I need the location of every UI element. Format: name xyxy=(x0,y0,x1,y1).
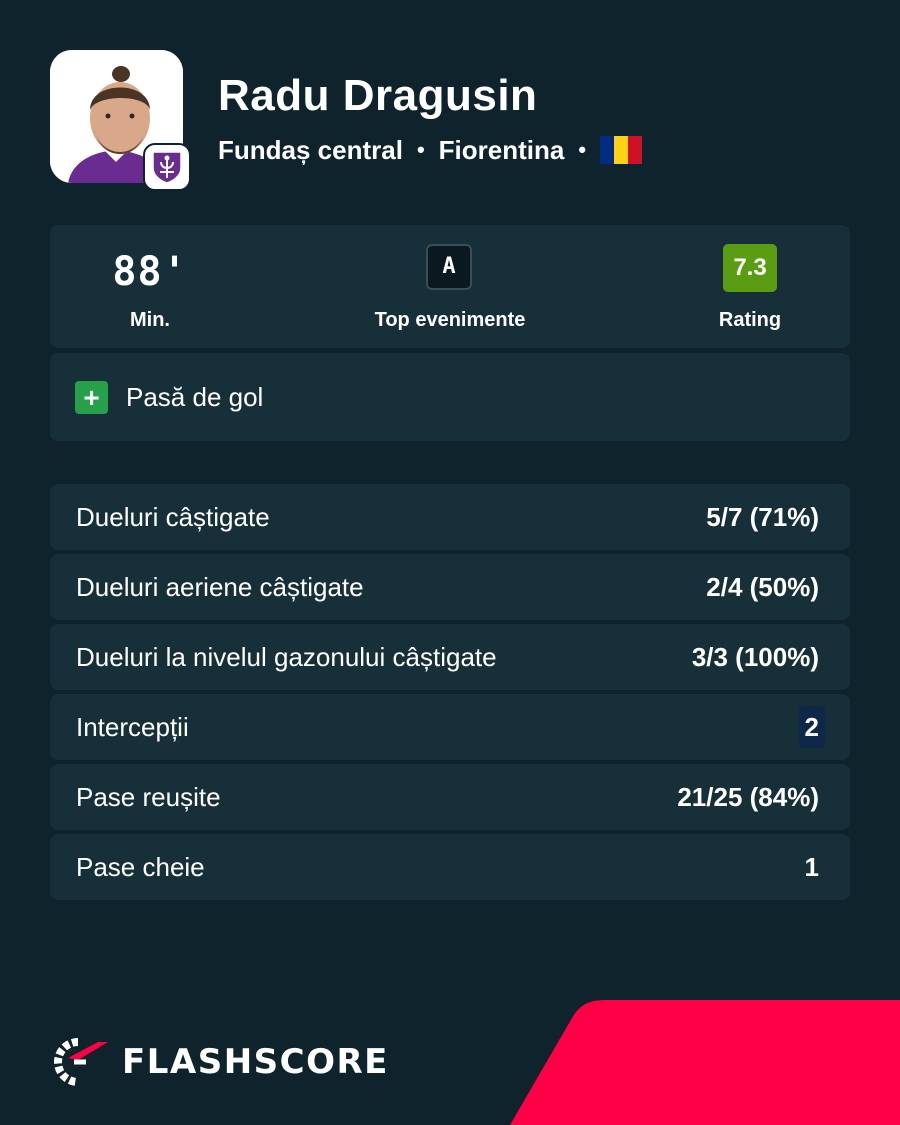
stat-label: Pase reușite xyxy=(76,781,221,812)
stat-value: 1 xyxy=(804,851,819,882)
stat-row: Intercepții 2 xyxy=(50,694,850,760)
player-name: Radu Dragusin xyxy=(218,71,538,120)
romania-flag-icon xyxy=(600,136,643,164)
rating-label: Rating xyxy=(718,309,782,331)
minutes-block: 88' Min. xyxy=(50,225,250,348)
stat-row: Pase reușite 21/25 (84%) xyxy=(50,764,850,830)
flashscore-logo-text: FLASHSCORE xyxy=(122,1042,389,1082)
stat-label: Dueluri aeriene câștigate xyxy=(76,571,364,602)
stat-row: Pase cheie 1 xyxy=(50,834,850,900)
plus-icon: + xyxy=(75,380,108,414)
rating-badge: 7.3 xyxy=(723,244,777,292)
top-events-label: Top evenimente xyxy=(374,309,526,331)
player-position: Fundaș central xyxy=(218,134,403,165)
minutes-label: Min. xyxy=(130,309,170,331)
stat-row: Dueluri aeriene câștigate 2/4 (50%) xyxy=(50,554,850,620)
player-team: Fiorentina xyxy=(438,134,565,165)
stat-value: 3/3 (100%) xyxy=(691,641,819,672)
stat-row: Dueluri la nivelul gazonului câștigate 3… xyxy=(50,624,850,690)
separator: • xyxy=(416,137,425,162)
event-card: + Pasă de gol xyxy=(50,353,850,441)
stat-label: Dueluri la nivelul gazonului câștigate xyxy=(76,641,497,672)
event-label: Pasă de gol xyxy=(126,381,264,412)
flashscore-logo-icon xyxy=(54,1038,108,1086)
stat-label: Dueluri câștigate xyxy=(76,501,270,532)
fiorentina-crest-icon xyxy=(152,151,182,184)
stat-value: 2/4 (50%) xyxy=(706,571,819,602)
stat-value-highlighted: 2 xyxy=(798,706,825,748)
stat-label: Intercepții xyxy=(76,711,189,742)
stat-value: 5/7 (71%) xyxy=(706,501,819,532)
rating-block: 7.3 Rating xyxy=(650,225,850,348)
stat-row: Dueluri câștigate 5/7 (71%) xyxy=(50,484,850,550)
stat-label: Pase cheie xyxy=(76,851,205,882)
decorative-red-shape xyxy=(510,1000,900,1125)
player-subtitle: Fundaș central • Fiorentina • xyxy=(218,132,643,168)
flashscore-logo: FLASHSCORE xyxy=(48,1038,389,1086)
top-events-badge: A xyxy=(426,244,472,290)
club-badge xyxy=(143,143,191,191)
minutes-value: 88' xyxy=(112,249,188,295)
stat-value: 21/25 (84%) xyxy=(677,781,819,812)
match-summary-card: 88' Min. A Top evenimente 7.3 Rating xyxy=(50,225,850,348)
separator: • xyxy=(578,137,587,162)
top-events-block: A Top evenimente xyxy=(350,225,550,348)
